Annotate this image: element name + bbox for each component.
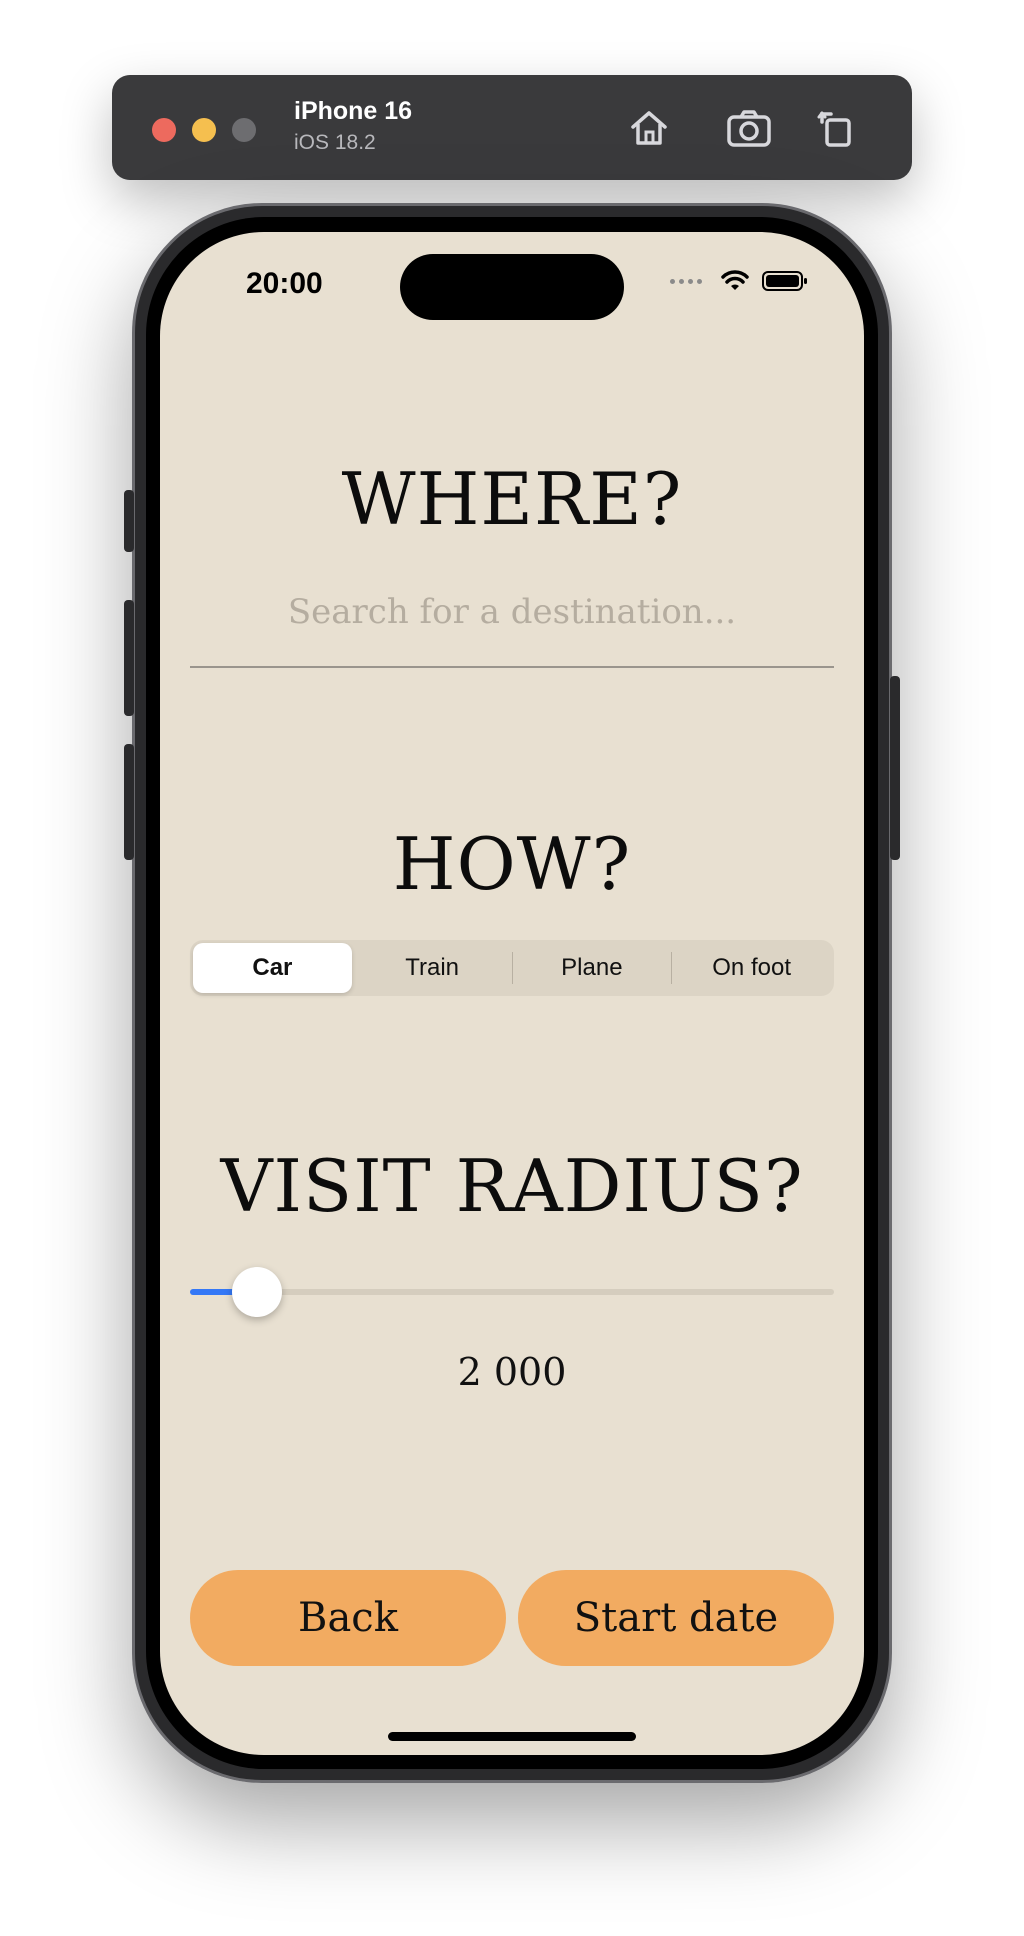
home-indicator	[388, 1732, 636, 1741]
rotate-icon	[817, 111, 851, 147]
volume-down-button[interactable]	[124, 744, 134, 860]
signal-dots-icon	[670, 278, 702, 284]
dynamic-island	[400, 254, 624, 320]
phone-screen: 20:00 WHERE? HOW? Car Train Plane On foo…	[160, 232, 864, 1755]
action-button[interactable]	[124, 490, 134, 552]
battery-icon	[762, 271, 807, 291]
screenshot-button[interactable]	[724, 105, 774, 151]
radius-value: 2 000	[457, 1350, 567, 1394]
screenshot-icon	[727, 110, 771, 147]
status-time: 20:00	[246, 267, 323, 300]
where-heading: WHERE?	[341, 457, 683, 541]
search-underline	[190, 666, 834, 668]
how-heading: HOW?	[392, 822, 632, 906]
radius-slider-track[interactable]	[190, 1289, 834, 1295]
wifi-icon	[721, 270, 749, 290]
visit-radius-heading: VISIT RADIUS?	[220, 1144, 804, 1228]
rotate-button[interactable]	[812, 105, 862, 151]
home-button[interactable]	[624, 105, 674, 151]
minimize-window-button[interactable]	[192, 118, 216, 142]
os-version: iOS 18.2	[294, 131, 376, 154]
close-window-button[interactable]	[152, 118, 176, 142]
segment-on-foot[interactable]: On foot	[672, 943, 831, 993]
device-name: iPhone 16	[294, 97, 413, 125]
transport-mode-segmented-control: Car Train Plane On foot	[190, 940, 834, 996]
home-icon	[631, 111, 667, 145]
status-icons	[670, 270, 808, 292]
destination-search-input[interactable]	[190, 582, 834, 642]
power-button[interactable]	[890, 676, 900, 860]
segment-car[interactable]: Car	[193, 943, 352, 993]
zoom-window-button[interactable]	[232, 118, 256, 142]
radius-slider-thumb[interactable]	[231, 1267, 282, 1317]
start-date-button[interactable]: Start date	[518, 1570, 834, 1666]
simulator-toolbar: iPhone 16 iOS 18.2	[112, 75, 912, 180]
back-button[interactable]: Back	[190, 1570, 506, 1666]
volume-up-button[interactable]	[124, 600, 134, 716]
segment-train[interactable]: Train	[353, 943, 512, 993]
segment-plane[interactable]: Plane	[513, 943, 672, 993]
